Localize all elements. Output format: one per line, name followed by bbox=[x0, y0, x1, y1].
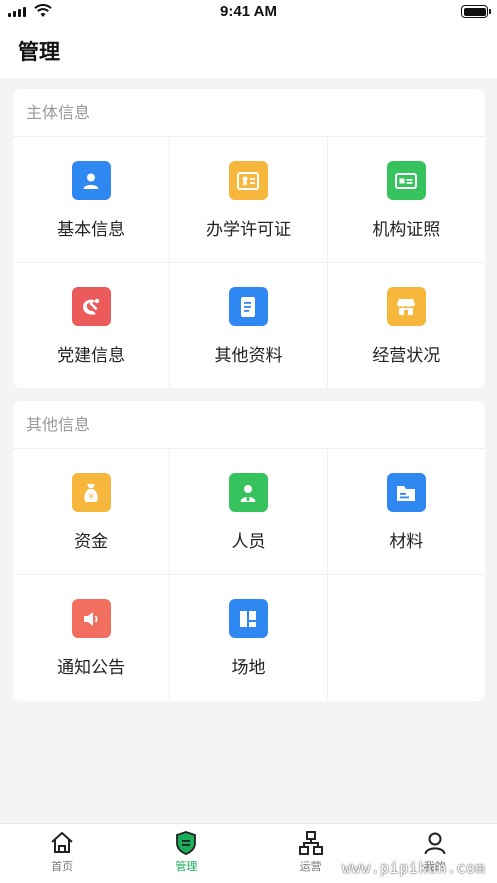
status-bar: 9:41 AM bbox=[0, 0, 497, 24]
grid-item-notices[interactable]: 通知公告 bbox=[13, 575, 171, 700]
grid-item-empty bbox=[328, 575, 485, 700]
grid-item-label: 办学许可证 bbox=[205, 220, 291, 240]
grid-item-school-license[interactable]: 办学许可证 bbox=[170, 137, 328, 263]
folder-icon bbox=[386, 473, 426, 512]
org-chart-icon bbox=[298, 831, 323, 855]
grid-item-funds[interactable]: ¥ 资金 bbox=[13, 449, 171, 575]
grid-item-staff[interactable]: 人员 bbox=[170, 449, 328, 575]
person-icon bbox=[71, 161, 111, 200]
grid-item-label: 基本信息 bbox=[57, 220, 126, 240]
grid-item-label: 材料 bbox=[389, 532, 424, 552]
grid-item-org-license[interactable]: 机构证照 bbox=[327, 137, 485, 263]
id-card-icon bbox=[386, 161, 426, 200]
document-icon bbox=[228, 287, 268, 326]
page-title: 管理 bbox=[18, 40, 60, 64]
tab-label: 首页 bbox=[51, 860, 74, 873]
grid-item-label: 经营状况 bbox=[372, 346, 441, 366]
tab-label: 管理 bbox=[175, 860, 198, 873]
grid-item-label: 场地 bbox=[231, 658, 266, 678]
grid-item-basic-info[interactable]: 基本信息 bbox=[13, 137, 171, 263]
grid-item-label: 机构证照 bbox=[372, 220, 441, 240]
layout-icon bbox=[228, 599, 268, 638]
grid-item-label: 其他资料 bbox=[214, 346, 283, 366]
grid-item-label: 人员 bbox=[231, 532, 266, 552]
tab-label: 运营 bbox=[299, 860, 322, 873]
watermark: www.pipikun.com bbox=[342, 859, 485, 877]
grid-item-label: 党建信息 bbox=[57, 346, 126, 366]
header: 管理 bbox=[0, 24, 497, 78]
money-bag-icon: ¥ bbox=[71, 473, 111, 512]
user-icon bbox=[424, 832, 446, 855]
shield-icon bbox=[176, 831, 197, 855]
grid-item-label: 资金 bbox=[74, 532, 109, 552]
grid-item-materials[interactable]: 材料 bbox=[327, 449, 485, 575]
grid-item-business-status[interactable]: 经营状况 bbox=[328, 263, 485, 388]
tab-home[interactable]: 首页 bbox=[0, 824, 124, 883]
party-emblem-icon bbox=[71, 287, 111, 326]
certificate-icon bbox=[228, 161, 268, 200]
grid-item-label: 通知公告 bbox=[57, 658, 126, 678]
grid-item-venue[interactable]: 场地 bbox=[170, 575, 328, 700]
section-main-info: 主体信息 基本信息 办学许可证 机构证照 党建信息 其他资料 经营状况 bbox=[13, 89, 485, 388]
battery-icon bbox=[461, 5, 491, 18]
grid-item-party-info[interactable]: 党建信息 bbox=[13, 263, 171, 388]
store-icon bbox=[386, 287, 426, 326]
grid-item-other-docs[interactable]: 其他资料 bbox=[170, 263, 328, 388]
section-other-info: 其他信息 ¥ 资金 人员 材料 通知公告 场地 bbox=[13, 401, 485, 701]
tab-manage[interactable]: 管理 bbox=[124, 824, 248, 883]
home-icon bbox=[51, 832, 73, 853]
svg-text:¥: ¥ bbox=[89, 492, 94, 501]
section-title: 其他信息 bbox=[13, 401, 485, 449]
staff-icon bbox=[228, 473, 268, 512]
section-title: 主体信息 bbox=[13, 89, 485, 137]
speaker-icon bbox=[71, 599, 111, 638]
status-time: 9:41 AM bbox=[220, 3, 277, 20]
